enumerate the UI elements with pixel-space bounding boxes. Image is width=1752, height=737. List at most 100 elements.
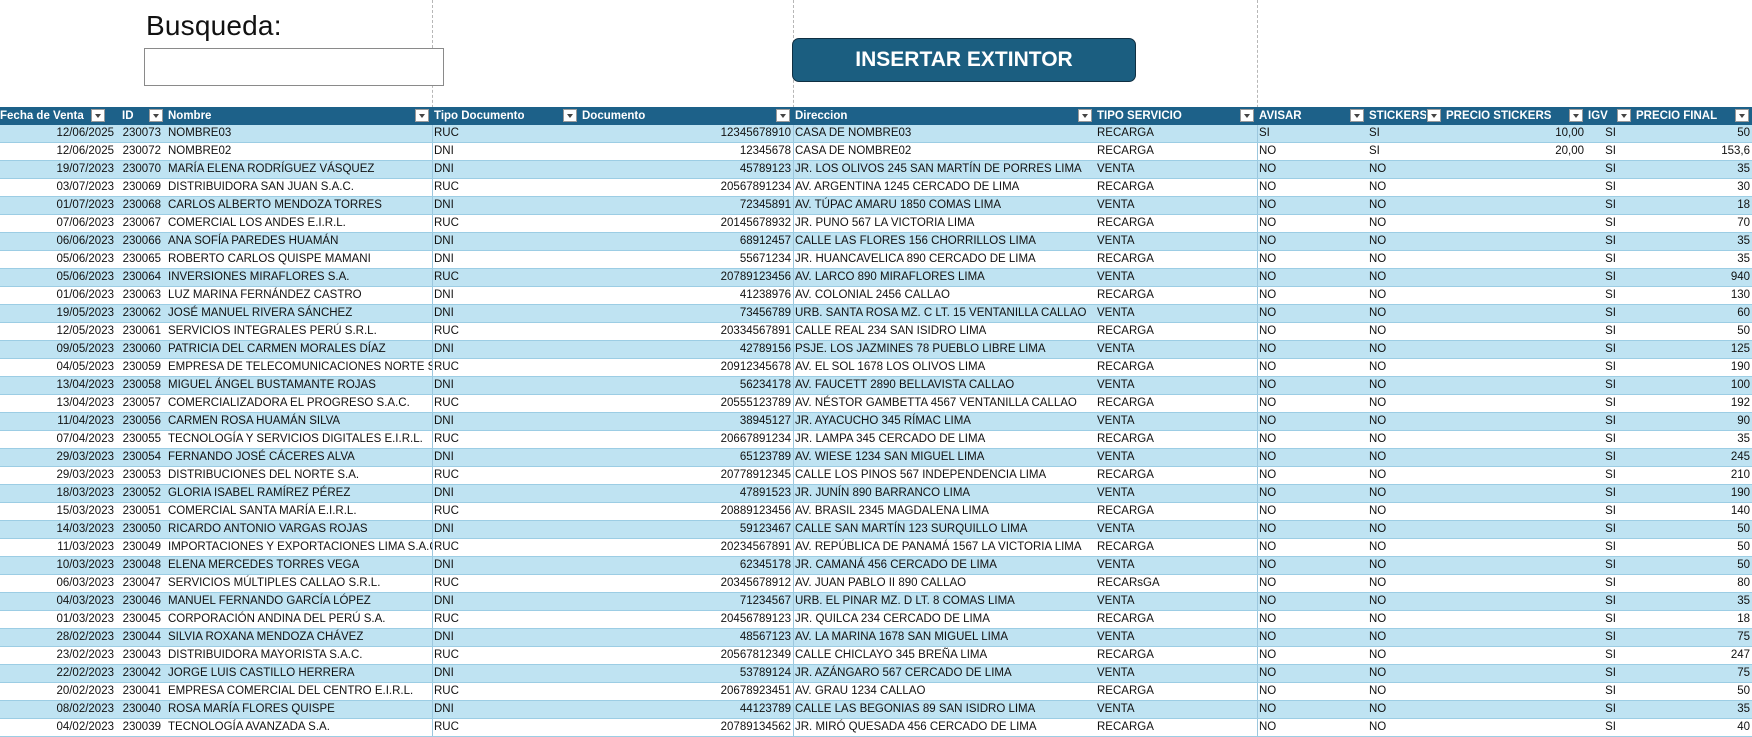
cell-direccion[interactable]: AV. ARGENTINA 1245 CERCADO DE LIMA xyxy=(793,179,1095,196)
cell-id[interactable]: 230042 xyxy=(116,665,166,682)
cell-avisar[interactable]: NO xyxy=(1257,593,1367,610)
cell-direccion[interactable]: AV. GRAU 1234 CALLAO xyxy=(793,683,1095,700)
cell-direccion[interactable]: PSJE. LOS JAZMINES 78 PUEBLO LIBRE LIMA xyxy=(793,341,1095,358)
cell-documento[interactable]: 20145678932 xyxy=(580,215,793,232)
cell-documento[interactable]: 20667891234 xyxy=(580,431,793,448)
table-row[interactable]: 19/05/2023 230062 JOSÉ MANUEL RIVERA SÁNCH… xyxy=(0,305,1752,323)
cell-stickers[interactable]: NO xyxy=(1367,413,1444,430)
table-row[interactable]: 09/05/2023 230060 PATRICIA DEL CARMEN MORA… xyxy=(0,341,1752,359)
cell-tipo-documento[interactable]: DNI xyxy=(432,665,580,682)
cell-precio-stickers[interactable] xyxy=(1444,665,1586,682)
cell-avisar[interactable]: NO xyxy=(1257,413,1367,430)
cell-fecha[interactable]: 13/04/2023 xyxy=(0,395,116,412)
table-row[interactable]: 05/06/2023 230064 INVERSIONES MIRAFLORES S… xyxy=(0,269,1752,287)
cell-avisar[interactable]: NO xyxy=(1257,377,1367,394)
cell-id[interactable]: 230047 xyxy=(116,575,166,592)
cell-id[interactable]: 230054 xyxy=(116,449,166,466)
cell-igv[interactable]: SI xyxy=(1586,287,1618,304)
cell-avisar[interactable]: NO xyxy=(1257,395,1367,412)
cell-tipo-servicio[interactable]: VENTA xyxy=(1095,521,1257,538)
cell-direccion[interactable]: JR. LAMPA 345 CERCADO DE LIMA xyxy=(793,431,1095,448)
cell-direccion[interactable]: CALLE SAN MARTÍN 123 SURQUILLO LIMA xyxy=(793,521,1095,538)
cell-tipo-documento[interactable]: RUC xyxy=(432,719,580,736)
cell-stickers[interactable]: NO xyxy=(1367,503,1444,520)
cell-stickers[interactable]: NO xyxy=(1367,719,1444,736)
cell-documento[interactable]: 20345678912 xyxy=(580,575,793,592)
cell-fecha[interactable]: 07/06/2023 xyxy=(0,215,116,232)
cell-id[interactable]: 230073 xyxy=(116,125,166,142)
cell-nombre[interactable]: EMPRESA DE TELECOMUNICACIONES NORTE S.A.… xyxy=(166,359,432,376)
cell-igv[interactable]: SI xyxy=(1586,197,1618,214)
filter-dropdown-icon[interactable] xyxy=(415,109,429,122)
cell-stickers[interactable]: NO xyxy=(1367,287,1444,304)
cell-igv[interactable]: SI xyxy=(1586,449,1618,466)
cell-avisar[interactable]: NO xyxy=(1257,629,1367,646)
cell-igv[interactable]: SI xyxy=(1586,431,1618,448)
cell-precio-stickers[interactable] xyxy=(1444,575,1586,592)
cell-stickers[interactable]: NO xyxy=(1367,449,1444,466)
cell-tipo-servicio[interactable]: VENTA xyxy=(1095,593,1257,610)
cell-tipo-servicio[interactable]: RECARGA xyxy=(1095,359,1257,376)
cell-igv[interactable]: SI xyxy=(1586,323,1618,340)
table-row[interactable]: 12/05/2023 230061 SERVICIOS INTEGRALES PER… xyxy=(0,323,1752,341)
cell-precio-final[interactable]: 35 xyxy=(1634,233,1752,250)
cell-fecha[interactable]: 12/05/2023 xyxy=(0,323,116,340)
table-row[interactable]: 07/04/2023 230055 TECNOLOGÍA Y SERVICIOS D… xyxy=(0,431,1752,449)
cell-direccion[interactable]: AV. COLONIAL 2456 CALLAO xyxy=(793,287,1095,304)
header-fecha[interactable]: Fecha de Venta xyxy=(0,107,90,125)
header-tipo-servicio[interactable]: TIPO SERVICIO xyxy=(1095,107,1239,125)
cell-tipo-documento[interactable]: RUC xyxy=(432,647,580,664)
cell-tipo-servicio[interactable]: RECARGA xyxy=(1095,395,1257,412)
cell-direccion[interactable]: AV. LA MARINA 1678 SAN MIGUEL LIMA xyxy=(793,629,1095,646)
cell-direccion[interactable]: CALLE LOS PINOS 567 INDEPENDENCIA LIMA xyxy=(793,467,1095,484)
cell-precio-stickers[interactable] xyxy=(1444,197,1586,214)
cell-id[interactable]: 230062 xyxy=(116,305,166,322)
cell-precio-stickers[interactable] xyxy=(1444,521,1586,538)
cell-avisar[interactable]: NO xyxy=(1257,233,1367,250)
cell-id[interactable]: 230043 xyxy=(116,647,166,664)
cell-fecha[interactable]: 05/06/2023 xyxy=(0,251,116,268)
cell-igv[interactable]: SI xyxy=(1586,701,1618,718)
cell-tipo-documento[interactable]: DNI xyxy=(432,251,580,268)
cell-id[interactable]: 230056 xyxy=(116,413,166,430)
cell-id[interactable]: 230067 xyxy=(116,215,166,232)
cell-stickers[interactable]: NO xyxy=(1367,179,1444,196)
cell-direccion[interactable]: AV. EL SOL 1678 LOS OLIVOS LIMA xyxy=(793,359,1095,376)
cell-direccion[interactable]: JR. AYACUCHO 345 RÍMAC LIMA xyxy=(793,413,1095,430)
cell-nombre[interactable]: DISTRIBUIDORA SAN JUAN S.A.C. xyxy=(166,179,432,196)
cell-documento[interactable]: 42789156 xyxy=(580,341,793,358)
cell-direccion[interactable]: CALLE LAS BEGONIAS 89 SAN ISIDRO LIMA xyxy=(793,701,1095,718)
cell-precio-final[interactable]: 70 xyxy=(1634,215,1752,232)
cell-fecha[interactable]: 13/04/2023 xyxy=(0,377,116,394)
cell-avisar[interactable]: NO xyxy=(1257,557,1367,574)
cell-avisar[interactable]: NO xyxy=(1257,719,1367,736)
cell-documento[interactable]: 53789124 xyxy=(580,665,793,682)
cell-igv[interactable]: SI xyxy=(1586,503,1618,520)
cell-igv[interactable]: SI xyxy=(1586,215,1618,232)
cell-id[interactable]: 230039 xyxy=(116,719,166,736)
cell-nombre[interactable]: MIGUEL ÁNGEL BUSTAMANTE ROJAS xyxy=(166,377,432,394)
cell-precio-final[interactable]: 210 xyxy=(1634,467,1752,484)
cell-nombre[interactable]: NOMBRE02 xyxy=(166,143,432,160)
cell-tipo-documento[interactable]: RUC xyxy=(432,575,580,592)
cell-documento[interactable]: 12345678910 xyxy=(580,125,793,142)
cell-id[interactable]: 230059 xyxy=(116,359,166,376)
cell-tipo-servicio[interactable]: RECARsGA xyxy=(1095,575,1257,592)
cell-documento[interactable]: 20889123456 xyxy=(580,503,793,520)
cell-tipo-documento[interactable]: RUC xyxy=(432,467,580,484)
cell-fecha[interactable]: 19/07/2023 xyxy=(0,161,116,178)
cell-tipo-documento[interactable]: DNI xyxy=(432,701,580,718)
cell-tipo-servicio[interactable]: RECARGA xyxy=(1095,611,1257,628)
cell-nombre[interactable]: RICARDO ANTONIO VARGAS ROJAS xyxy=(166,521,432,538)
cell-tipo-documento[interactable]: RUC xyxy=(432,611,580,628)
cell-fecha[interactable]: 05/06/2023 xyxy=(0,269,116,286)
cell-precio-final[interactable]: 35 xyxy=(1634,431,1752,448)
cell-nombre[interactable]: MANUEL FERNANDO GARCÍA LÓPEZ xyxy=(166,593,432,610)
cell-id[interactable]: 230064 xyxy=(116,269,166,286)
cell-tipo-servicio[interactable]: VENTA xyxy=(1095,557,1257,574)
cell-nombre[interactable]: ROSA MARÍA FLORES QUISPE xyxy=(166,701,432,718)
cell-fecha[interactable]: 03/07/2023 xyxy=(0,179,116,196)
table-row[interactable]: 06/03/2023 230047 SERVICIOS MÚLTIPLES CALL… xyxy=(0,575,1752,593)
cell-precio-stickers[interactable] xyxy=(1444,557,1586,574)
filter-dropdown-icon[interactable] xyxy=(1427,109,1441,122)
